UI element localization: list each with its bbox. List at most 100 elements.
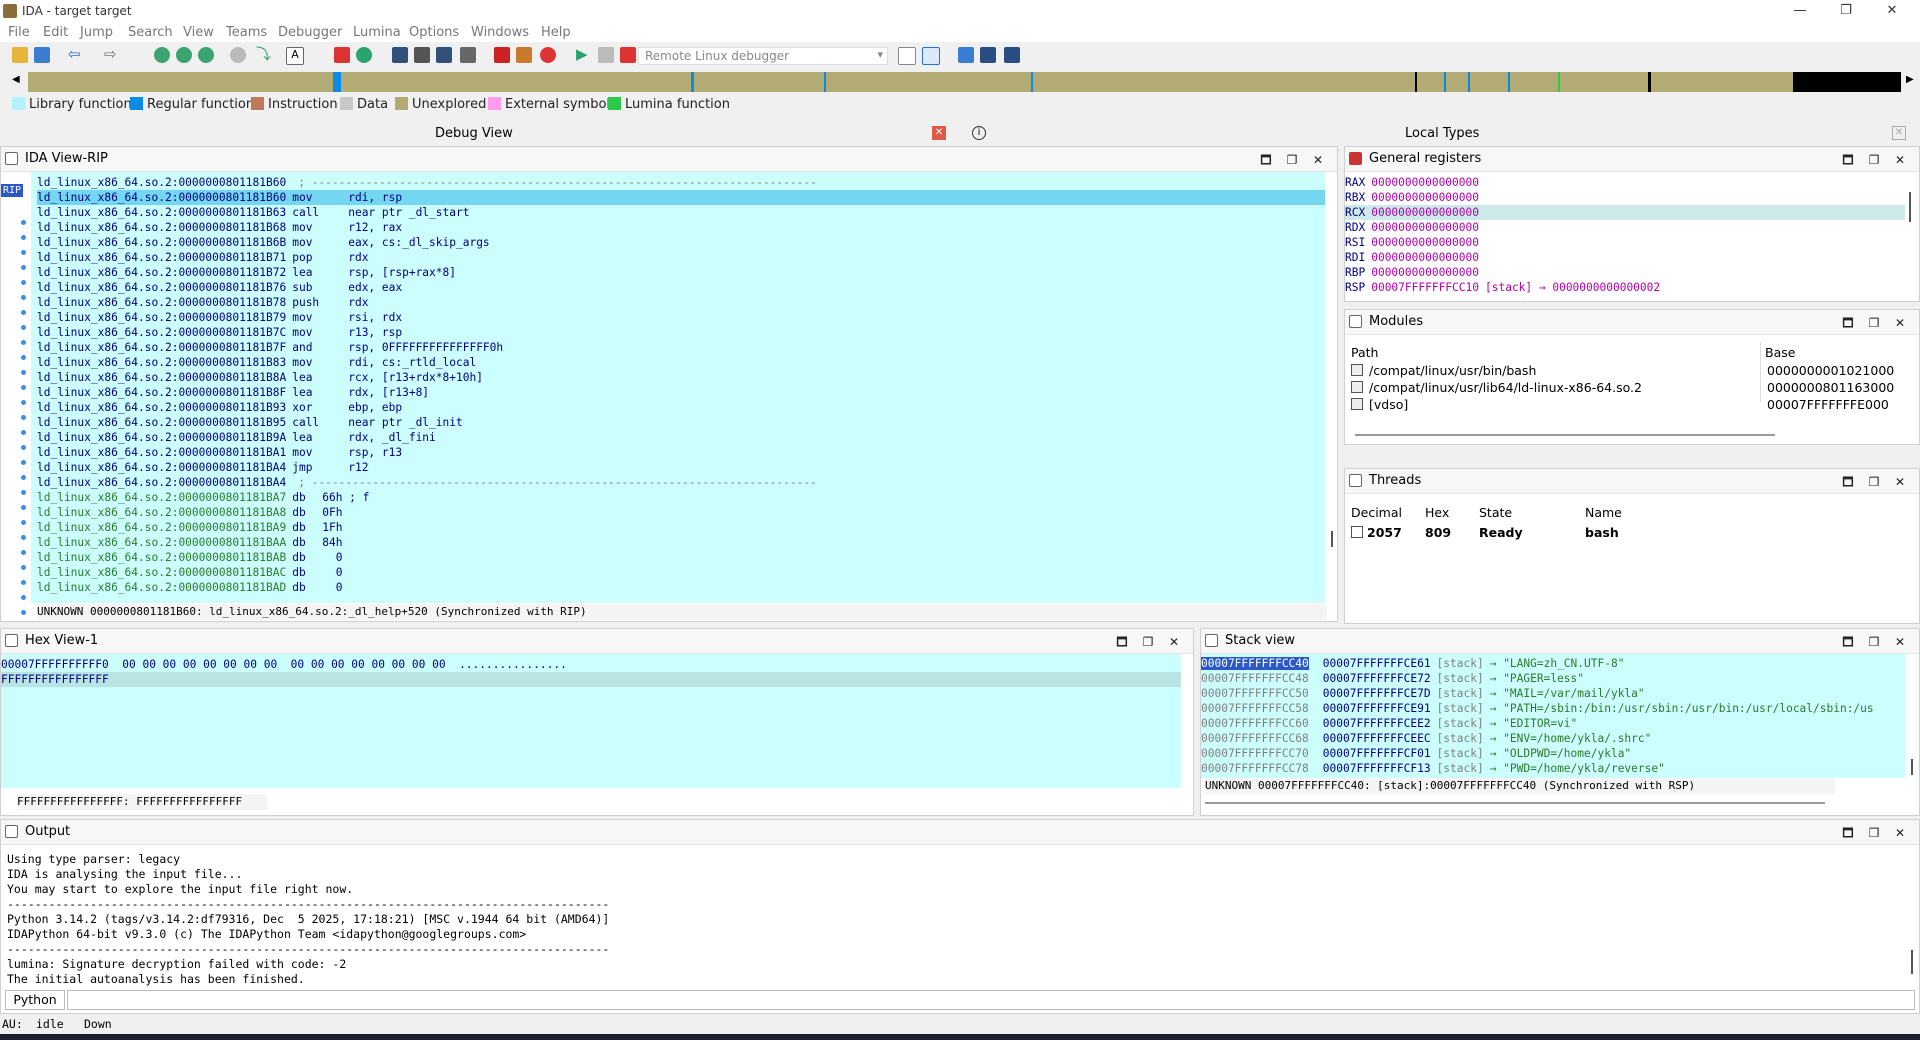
disasm-line[interactable]: ld_linux_x86_64.so.2:0000000801181B63 cal… <box>37 205 1325 220</box>
disasm-line[interactable]: ld_linux_x86_64.so.2:0000000801181B83 mov… <box>37 355 1325 370</box>
maximize-pane-icon[interactable]: 🗖 <box>1835 824 1861 845</box>
modules-header-path[interactable]: Path <box>1351 345 1378 360</box>
threads-header-name[interactable]: Name <box>1585 505 1622 520</box>
disasm-line[interactable]: ld_linux_x86_64.so.2:0000000801181B60 mov… <box>37 190 1325 205</box>
terminate-icon[interactable] <box>620 47 636 63</box>
stack-row[interactable]: 00007FFFFFFFCC50 00007FFFFFFFCE7D [stack] →… <box>1201 686 1905 701</box>
refresh-icon[interactable] <box>230 47 246 63</box>
close-window-button[interactable]: ✕ <box>1869 0 1915 22</box>
run-to-icon[interactable] <box>1004 47 1020 63</box>
float-pane-icon[interactable]: ❐ <box>1861 153 1887 167</box>
register-row[interactable]: RBP 0000000000000000 <box>1345 265 1905 280</box>
disasm-line[interactable]: ld_linux_x86_64.so.2:0000000801181BA9 db 1… <box>37 520 1325 535</box>
disassembly-listing[interactable]: RIP ld_linux_x86_64.so.2:0000000801181B6… <box>1 172 1325 615</box>
close-pane-icon[interactable]: ✕ <box>1887 475 1913 489</box>
menu-help[interactable]: Help <box>541 25 571 40</box>
register-row[interactable]: RDI 0000000000000000 <box>1345 250 1905 265</box>
menu-teams[interactable]: Teams <box>226 25 267 40</box>
disasm-line[interactable]: ld_linux_x86_64.so.2:0000000801181B68 mov… <box>37 220 1325 235</box>
info-icon[interactable]: i <box>972 126 986 140</box>
enum-icon[interactable] <box>436 47 452 63</box>
register-row[interactable]: RSP 00007FFFFFFFCC10 [stack] → 00000000000… <box>1345 280 1905 295</box>
register-row[interactable]: RCX 0000000000000000 <box>1345 205 1905 220</box>
start-process-icon[interactable]: ▶ <box>576 47 592 63</box>
menu-debugger[interactable]: Debugger <box>278 25 342 40</box>
stack-scrollbar[interactable] <box>1911 759 1913 775</box>
stack-row[interactable]: 00007FFFFFFFCC40 00007FFFFFFFCE61 [stack] →… <box>1201 656 1905 671</box>
breakpoint-icon[interactable] <box>334 47 350 63</box>
back-arrow-icon[interactable]: ⇦ <box>68 47 84 63</box>
stack-row[interactable]: 00007FFFFFFFCC58 00007FFFFFFFCE91 [stack] →… <box>1201 701 1905 716</box>
stack-row[interactable]: 00007FFFFFFFCC70 00007FFFFFFFCF01 [stack] →… <box>1201 746 1905 761</box>
menu-jump[interactable]: Jump <box>80 25 113 40</box>
segment-icon[interactable] <box>392 47 408 63</box>
menu-options[interactable]: Options <box>409 25 459 40</box>
disasm-line[interactable]: ld_linux_x86_64.so.2:0000000801181B7F and… <box>37 340 1325 355</box>
disasm-line[interactable]: ld_linux_x86_64.so.2:0000000801181B9A lea… <box>37 430 1325 445</box>
nav-left-arrow-icon[interactable]: ◀ <box>12 74 20 85</box>
stop-sign-icon[interactable] <box>494 47 510 63</box>
float-pane-icon[interactable]: ❐ <box>1861 316 1887 330</box>
graph-icon[interactable] <box>154 47 170 63</box>
stack-row[interactable]: 00007FFFFFFFCC68 00007FFFFFFFCEEC [stack] →… <box>1201 731 1905 746</box>
stack-row[interactable]: 00007FFFFFFFCC48 00007FFFFFFFCE72 [stack] →… <box>1201 671 1905 686</box>
disasm-line[interactable]: ld_linux_x86_64.so.2:0000000801181BA4 jmp… <box>37 460 1325 475</box>
disasm-line[interactable]: ld_linux_x86_64.so.2:0000000801181B95 cal… <box>37 415 1325 430</box>
stack-list[interactable]: 00007FFFFFFFCC40 00007FFFFFFFCE61 [stack] →… <box>1201 654 1905 778</box>
register-row[interactable]: RSI 0000000000000000 <box>1345 235 1905 250</box>
disasm-line[interactable]: ld_linux_x86_64.so.2:0000000801181B78 pus… <box>37 295 1325 310</box>
menu-edit[interactable]: Edit <box>43 25 68 40</box>
disasm-line[interactable]: ld_linux_x86_64.so.2:0000000801181BA7 db 6… <box>37 490 1325 505</box>
disasm-line[interactable]: ld_linux_x86_64.so.2:0000000801181BA8 db 0… <box>37 505 1325 520</box>
vertical-scrollbar[interactable] <box>1331 531 1333 547</box>
output-log[interactable]: Using type parser: legacy IDA is analysin… <box>7 852 1897 987</box>
close-local-types-icon[interactable]: ✕ <box>1892 126 1906 140</box>
disasm-line[interactable]: ld_linux_x86_64.so.2:0000000801181B71 pop… <box>37 250 1325 265</box>
register-row[interactable]: RDX 0000000000000000 <box>1345 220 1905 235</box>
tab-local-types[interactable]: Local Types <box>1405 126 1479 144</box>
nav-right-arrow-icon[interactable]: ▶ <box>1906 74 1914 85</box>
register-row[interactable]: RAX 0000000000000000 <box>1345 175 1905 190</box>
float-pane-icon[interactable]: ❐ <box>1279 153 1305 167</box>
register-row[interactable]: RBX 0000000000000000 <box>1345 190 1905 205</box>
close-pane-icon[interactable]: ✕ <box>1161 635 1187 649</box>
modules-hscrollbar[interactable] <box>1355 434 1775 436</box>
globe-icon[interactable] <box>356 47 372 63</box>
thread-row[interactable]: 2057 809 Ready bash <box>1349 524 1909 541</box>
output-scrollbar[interactable] <box>1911 950 1913 974</box>
step-into-icon[interactable] <box>898 47 916 65</box>
maximize-button[interactable]: ❐ <box>1823 0 1869 22</box>
minimize-button[interactable]: — <box>1777 0 1823 22</box>
disasm-line[interactable]: ld_linux_x86_64.so.2:0000000801181BAC db … <box>37 565 1325 580</box>
stack-row[interactable]: 00007FFFFFFFCC60 00007FFFFFFFCEE2 [stack] →… <box>1201 716 1905 731</box>
threads-header-state[interactable]: State <box>1479 505 1512 520</box>
struct-icon[interactable] <box>414 47 430 63</box>
menu-search[interactable]: Search <box>128 25 173 40</box>
close-pane-icon[interactable]: ✕ <box>1887 635 1913 649</box>
menu-view[interactable]: View <box>183 25 214 40</box>
float-pane-icon[interactable]: ❐ <box>1861 826 1887 840</box>
maximize-pane-icon[interactable]: 🗖 <box>1835 151 1861 172</box>
close-pane-icon[interactable]: ✕ <box>1887 153 1913 167</box>
cli-input[interactable] <box>67 990 1915 1010</box>
maximize-pane-icon[interactable]: 🗖 <box>1109 633 1135 654</box>
close-pane-icon[interactable]: ✕ <box>1305 153 1331 167</box>
disasm-line[interactable]: ld_linux_x86_64.so.2:0000000801181BAB db … <box>37 550 1325 565</box>
save-icon[interactable] <box>34 47 50 63</box>
delete-breakpoint-icon[interactable] <box>540 47 556 63</box>
module-row[interactable]: /compat/linux/usr/lib64/ld-linux-x86-64.… <box>1349 379 1909 396</box>
hex-icon[interactable] <box>198 47 214 63</box>
disasm-line[interactable]: ld_linux_x86_64.so.2:0000000801181B8F lea… <box>37 385 1325 400</box>
close-pane-icon[interactable]: ✕ <box>1887 316 1913 330</box>
float-pane-icon[interactable]: ❐ <box>1861 475 1887 489</box>
register-list[interactable]: RAX 0000000000000000 RBX 0000000000000000 RC… <box>1345 172 1905 297</box>
maximize-pane-icon[interactable]: 🗖 <box>1835 314 1861 335</box>
menu-windows[interactable]: Windows <box>471 25 529 40</box>
open-folder-icon[interactable] <box>12 47 28 63</box>
navigation-band[interactable] <box>28 72 1901 92</box>
disasm-line[interactable]: ld_linux_x86_64.so.2:0000000801181B60; -… <box>37 175 1325 190</box>
maximize-pane-icon[interactable]: 🗖 <box>1835 633 1861 654</box>
menu-lumina[interactable]: Lumina <box>353 25 401 40</box>
float-pane-icon[interactable]: ❐ <box>1861 635 1887 649</box>
menu-file[interactable]: File <box>8 25 30 40</box>
